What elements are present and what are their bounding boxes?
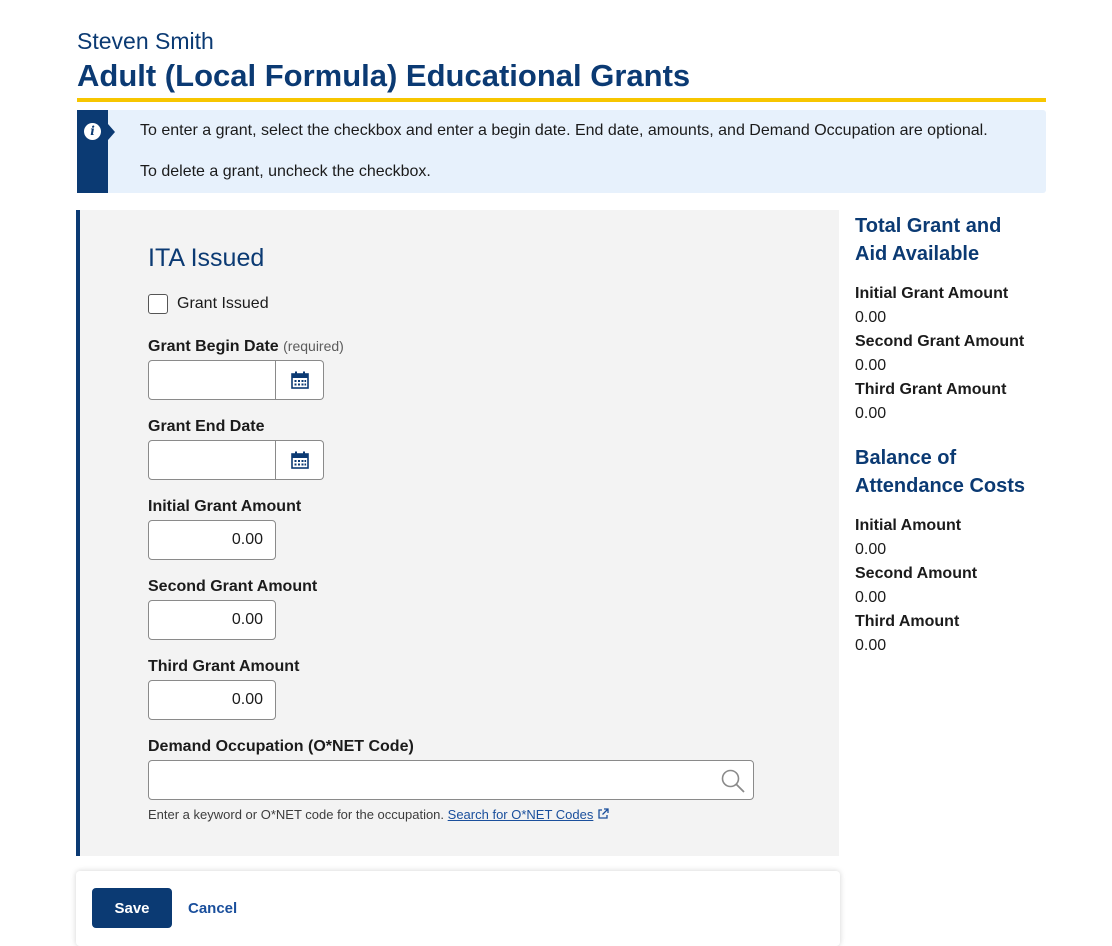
begin-date-group [148, 360, 324, 400]
third-amount-input[interactable]: 0.00 [148, 680, 276, 720]
page-title: Adult (Local Formula) Educational Grants [77, 58, 691, 93]
total-grant-heading-line2: Aid Available [855, 243, 980, 265]
grant-form-panel: ITA Issued Grant Issued Grant Begin Date… [76, 210, 839, 856]
begin-date-calendar-button[interactable] [276, 360, 324, 400]
alert-bar: i [77, 110, 115, 193]
form-footer: Save Cancel [76, 871, 840, 946]
title-rule [77, 98, 1046, 102]
summary-value: 0.00 [855, 405, 887, 422]
grant-issued-label[interactable]: Grant Issued [177, 295, 269, 313]
cancel-link[interactable]: Cancel [188, 900, 237, 917]
end-date-calendar-button[interactable] [276, 440, 324, 480]
summary-label: Second Amount [855, 565, 978, 582]
second-amount-label: Second Grant Amount [148, 578, 318, 595]
initial-amount-label: Initial Grant Amount [148, 498, 302, 515]
alert-text-line2: To delete a grant, uncheck the checkbox. [140, 163, 431, 180]
grant-issued-checkbox[interactable] [148, 294, 168, 314]
begin-date-label-text: Grant Begin Date [148, 338, 279, 355]
summary-label: Initial Amount [855, 517, 962, 534]
calendar-icon [290, 451, 309, 469]
calendar-icon [290, 371, 309, 389]
second-amount-input[interactable]: 0.00 [148, 600, 276, 640]
summary-label: Initial Grant Amount [855, 285, 1009, 302]
summary-value: 0.00 [855, 357, 887, 374]
summary-label: Second Grant Amount [855, 333, 1025, 350]
onet-search-link-text[interactable]: Search for O*NET Codes [448, 807, 594, 822]
occupation-search-input[interactable] [148, 760, 754, 800]
total-grant-heading-line1: Total Grant and [855, 215, 1002, 237]
end-date-input[interactable] [148, 440, 276, 480]
occupation-hint-text: Enter a keyword or O*NET code for the oc… [148, 807, 445, 822]
onet-search-link[interactable]: Search for O*NET Codes [448, 807, 594, 822]
external-link-icon [598, 808, 609, 819]
summary-value: 0.00 [855, 589, 887, 606]
begin-date-input[interactable] [148, 360, 276, 400]
alert-text-line1: To enter a grant, select the checkbox an… [140, 122, 988, 139]
summary-sidebar: Total Grant and Aid Available Initial Gr… [855, 212, 1075, 658]
summary-label: Third Amount [855, 613, 960, 630]
save-button[interactable]: Save [92, 888, 172, 928]
begin-date-label: Grant Begin Date (required) [148, 338, 344, 356]
section-title: ITA Issued [148, 244, 265, 272]
summary-value: 0.00 [855, 309, 887, 326]
total-grant-heading: Total Grant and Aid Available [855, 212, 1075, 268]
grant-issued-row: Grant Issued [148, 294, 269, 314]
search-icon[interactable] [720, 768, 746, 794]
end-date-group [148, 440, 324, 480]
balance-heading-line2: Attendance Costs [855, 475, 1026, 497]
info-alert: i To enter a grant, select the checkbox … [77, 110, 1046, 193]
person-name: Steven Smith [77, 28, 214, 54]
occupation-label: Demand Occupation (O*NET Code) [148, 738, 414, 755]
initial-amount-input[interactable]: 0.00 [148, 520, 276, 560]
balance-heading-line1: Balance of [855, 447, 957, 469]
occupation-hint: Enter a keyword or O*NET code for the oc… [148, 807, 609, 822]
required-indicator: (required) [283, 338, 344, 354]
info-icon: i [84, 123, 101, 140]
third-amount-label: Third Grant Amount [148, 658, 300, 675]
summary-value: 0.00 [855, 637, 887, 654]
end-date-label: Grant End Date [148, 418, 265, 435]
page-header: Steven Smith Adult (Local Formula) Educa… [77, 26, 1046, 96]
summary-label: Third Grant Amount [855, 381, 1007, 398]
summary-value: 0.00 [855, 541, 887, 558]
balance-heading: Balance of Attendance Costs [855, 444, 1075, 500]
